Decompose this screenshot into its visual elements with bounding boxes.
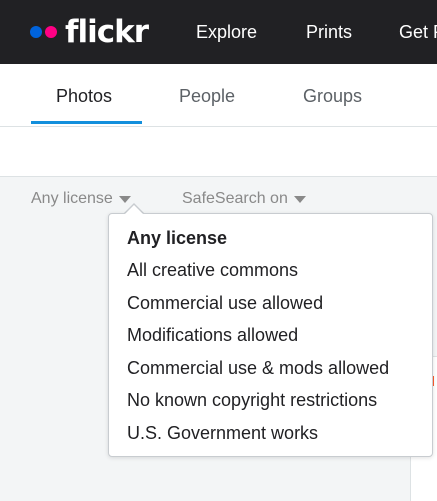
license-filter-label: Any license: [31, 190, 113, 207]
logo-blue-dot: [30, 26, 42, 38]
license-option-no-known-copyright[interactable]: No known copyright restrictions: [127, 389, 377, 411]
chevron-down-icon: [293, 196, 306, 203]
nav-get-pro[interactable]: Get P: [399, 20, 437, 44]
flickr-logo[interactable]: flickr: [30, 14, 149, 50]
logo-text: flickr: [65, 14, 149, 50]
tab-groups[interactable]: Groups: [303, 85, 362, 107]
license-option-us-government[interactable]: U.S. Government works: [127, 422, 318, 444]
license-filter[interactable]: Any license: [31, 189, 131, 209]
license-option-any[interactable]: Any license: [127, 227, 227, 249]
search-tabs: Photos People Groups: [0, 64, 437, 127]
top-nav: flickr Explore Prints Get P: [0, 0, 437, 64]
safesearch-filter-label: SafeSearch on: [182, 190, 288, 207]
chevron-down-icon: [118, 196, 131, 203]
logo-pink-dot: [45, 26, 57, 38]
license-dropdown-menu: Any license All creative commons Commerc…: [108, 213, 433, 457]
tab-people[interactable]: People: [179, 85, 235, 107]
license-option-commercial-and-mods[interactable]: Commercial use & mods allowed: [127, 357, 389, 379]
dropdown-pointer-fill: [125, 205, 143, 214]
tab-photos[interactable]: Photos: [56, 85, 112, 107]
license-option-all-creative-commons[interactable]: All creative commons: [127, 259, 298, 281]
license-option-commercial-use[interactable]: Commercial use allowed: [127, 292, 323, 314]
search-bar-area: [0, 127, 437, 177]
license-option-modifications[interactable]: Modifications allowed: [127, 324, 298, 346]
nav-explore[interactable]: Explore: [196, 20, 257, 44]
safesearch-filter[interactable]: SafeSearch on: [182, 189, 306, 209]
active-tab-indicator: [31, 121, 142, 124]
nav-prints[interactable]: Prints: [306, 20, 352, 44]
